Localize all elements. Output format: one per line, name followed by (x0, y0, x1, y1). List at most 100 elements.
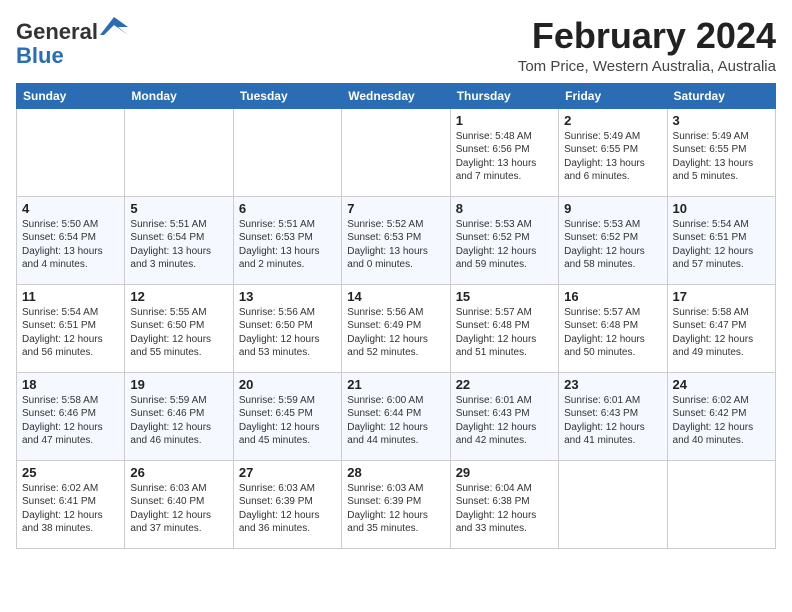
day-number: 27 (239, 465, 336, 480)
calendar-week-1: 1 Sunrise: 5:48 AM Sunset: 6:56 PM Daylig… (17, 108, 776, 196)
table-row: 23 Sunrise: 6:01 AM Sunset: 6:43 PM Dayli… (559, 372, 667, 460)
day-info: Sunrise: 5:56 AM Sunset: 6:50 PM Dayligh… (239, 306, 336, 360)
day-info: Sunrise: 5:48 AM Sunset: 6:56 PM Dayligh… (456, 130, 553, 184)
day-info: Sunrise: 6:01 AM Sunset: 6:43 PM Dayligh… (564, 394, 661, 448)
day-number: 14 (347, 289, 444, 304)
day-info: Sunrise: 5:55 AM Sunset: 6:50 PM Dayligh… (130, 306, 227, 360)
table-row: 1 Sunrise: 5:48 AM Sunset: 6:56 PM Daylig… (450, 108, 558, 196)
day-info: Sunrise: 5:54 AM Sunset: 6:51 PM Dayligh… (673, 218, 770, 272)
col-wednesday: Wednesday (342, 83, 450, 108)
day-info: Sunrise: 5:50 AM Sunset: 6:54 PM Dayligh… (22, 218, 119, 272)
table-row: 26 Sunrise: 6:03 AM Sunset: 6:40 PM Dayli… (125, 460, 233, 548)
day-number: 3 (673, 113, 770, 128)
day-number: 29 (456, 465, 553, 480)
logo-general-text: General (16, 19, 98, 44)
day-number: 4 (22, 201, 119, 216)
logo-bird-icon (100, 17, 128, 39)
table-row: 27 Sunrise: 6:03 AM Sunset: 6:39 PM Dayli… (233, 460, 341, 548)
table-row: 28Sunrise: 6:03 AM Sunset: 6:39 PM Dayli… (342, 460, 450, 548)
table-row: 11 Sunrise: 5:54 AM Sunset: 6:51 PM Dayli… (17, 284, 125, 372)
table-row: 21Sunrise: 6:00 AM Sunset: 6:44 PM Dayli… (342, 372, 450, 460)
col-sunday: Sunday (17, 83, 125, 108)
table-row (667, 460, 775, 548)
table-row: 9 Sunrise: 5:53 AM Sunset: 6:52 PM Daylig… (559, 196, 667, 284)
day-number: 20 (239, 377, 336, 392)
calendar-table: Sunday Monday Tuesday Wednesday Thursday… (16, 83, 776, 549)
logo-blue-text: Blue (16, 43, 64, 68)
table-row: 13 Sunrise: 5:56 AM Sunset: 6:50 PM Dayli… (233, 284, 341, 372)
table-row: 15 Sunrise: 5:57 AM Sunset: 6:48 PM Dayli… (450, 284, 558, 372)
day-info: Sunrise: 6:03 AM Sunset: 6:39 PM Dayligh… (239, 482, 336, 536)
day-number: 17 (673, 289, 770, 304)
day-number: 16 (564, 289, 661, 304)
table-row: 5 Sunrise: 5:51 AM Sunset: 6:54 PM Daylig… (125, 196, 233, 284)
day-number: 9 (564, 201, 661, 216)
day-info: Sunrise: 5:49 AM Sunset: 6:55 PM Dayligh… (673, 130, 770, 184)
table-row: 2Sunrise: 5:49 AM Sunset: 6:55 PM Daylig… (559, 108, 667, 196)
day-info: Sunrise: 6:02 AM Sunset: 6:41 PM Dayligh… (22, 482, 119, 536)
calendar-week-3: 11 Sunrise: 5:54 AM Sunset: 6:51 PM Dayli… (17, 284, 776, 372)
col-tuesday: Tuesday (233, 83, 341, 108)
day-number: 19 (130, 377, 227, 392)
day-number: 13 (239, 289, 336, 304)
day-info: Sunrise: 5:53 AM Sunset: 6:52 PM Dayligh… (564, 218, 661, 272)
day-info: Sunrise: 5:51 AM Sunset: 6:54 PM Dayligh… (130, 218, 227, 272)
day-number: 21 (347, 377, 444, 392)
day-info: Sunrise: 6:03 AM Sunset: 6:40 PM Dayligh… (130, 482, 227, 536)
day-info: Sunrise: 5:53 AM Sunset: 6:52 PM Dayligh… (456, 218, 553, 272)
day-number: 15 (456, 289, 553, 304)
table-row: 18 Sunrise: 5:58 AM Sunset: 6:46 PM Dayli… (17, 372, 125, 460)
day-number: 5 (130, 201, 227, 216)
logo: General Blue (16, 20, 128, 68)
calendar-header-row: Sunday Monday Tuesday Wednesday Thursday… (17, 83, 776, 108)
table-row: 10 Sunrise: 5:54 AM Sunset: 6:51 PM Dayli… (667, 196, 775, 284)
table-row: 7 Sunrise: 5:52 AM Sunset: 6:53 PM Daylig… (342, 196, 450, 284)
calendar-week-2: 4 Sunrise: 5:50 AM Sunset: 6:54 PM Daylig… (17, 196, 776, 284)
col-friday: Friday (559, 83, 667, 108)
day-number: 25 (22, 465, 119, 480)
day-info: Sunrise: 5:58 AM Sunset: 6:46 PM Dayligh… (22, 394, 119, 448)
table-row (233, 108, 341, 196)
day-number: 11 (22, 289, 119, 304)
table-row: 3 Sunrise: 5:49 AM Sunset: 6:55 PM Daylig… (667, 108, 775, 196)
title-section: February 2024 Tom Price, Western Austral… (518, 16, 776, 75)
day-info: Sunrise: 5:58 AM Sunset: 6:47 PM Dayligh… (673, 306, 770, 360)
day-number: 26 (130, 465, 227, 480)
table-row: 14 Sunrise: 5:56 AM Sunset: 6:49 PM Dayli… (342, 284, 450, 372)
table-row: 20 Sunrise: 5:59 AM Sunset: 6:45 PM Dayli… (233, 372, 341, 460)
page-header: General Blue February 2024 Tom Price, We… (16, 16, 776, 75)
day-info: Sunrise: 6:04 AM Sunset: 6:38 PM Dayligh… (456, 482, 553, 536)
day-number: 24 (673, 377, 770, 392)
day-info: Sunrise: 6:01 AM Sunset: 6:43 PM Dayligh… (456, 394, 553, 448)
table-row (342, 108, 450, 196)
day-info: Sunrise: 5:54 AM Sunset: 6:51 PM Dayligh… (22, 306, 119, 360)
day-info: Sunrise: 6:02 AM Sunset: 6:42 PM Dayligh… (673, 394, 770, 448)
table-row: 12Sunrise: 5:55 AM Sunset: 6:50 PM Dayli… (125, 284, 233, 372)
table-row: 8Sunrise: 5:53 AM Sunset: 6:52 PM Daylig… (450, 196, 558, 284)
day-number: 23 (564, 377, 661, 392)
table-row: 24 Sunrise: 6:02 AM Sunset: 6:42 PM Dayli… (667, 372, 775, 460)
day-info: Sunrise: 5:57 AM Sunset: 6:48 PM Dayligh… (564, 306, 661, 360)
day-number: 1 (456, 113, 553, 128)
day-number: 22 (456, 377, 553, 392)
day-number: 28 (347, 465, 444, 480)
day-number: 7 (347, 201, 444, 216)
day-number: 18 (22, 377, 119, 392)
table-row (17, 108, 125, 196)
table-row: 16 Sunrise: 5:57 AM Sunset: 6:48 PM Dayli… (559, 284, 667, 372)
day-info: Sunrise: 5:59 AM Sunset: 6:46 PM Dayligh… (130, 394, 227, 448)
day-number: 10 (673, 201, 770, 216)
day-info: Sunrise: 5:57 AM Sunset: 6:48 PM Dayligh… (456, 306, 553, 360)
table-row (559, 460, 667, 548)
day-info: Sunrise: 5:49 AM Sunset: 6:55 PM Dayligh… (564, 130, 661, 184)
table-row: 29 Sunrise: 6:04 AM Sunset: 6:38 PM Dayli… (450, 460, 558, 548)
day-info: Sunrise: 5:59 AM Sunset: 6:45 PM Dayligh… (239, 394, 336, 448)
col-saturday: Saturday (667, 83, 775, 108)
calendar-week-4: 18 Sunrise: 5:58 AM Sunset: 6:46 PM Dayli… (17, 372, 776, 460)
col-monday: Monday (125, 83, 233, 108)
col-thursday: Thursday (450, 83, 558, 108)
day-info: Sunrise: 5:52 AM Sunset: 6:53 PM Dayligh… (347, 218, 444, 272)
table-row (125, 108, 233, 196)
table-row: 19 Sunrise: 5:59 AM Sunset: 6:46 PM Dayli… (125, 372, 233, 460)
day-info: Sunrise: 5:56 AM Sunset: 6:49 PM Dayligh… (347, 306, 444, 360)
